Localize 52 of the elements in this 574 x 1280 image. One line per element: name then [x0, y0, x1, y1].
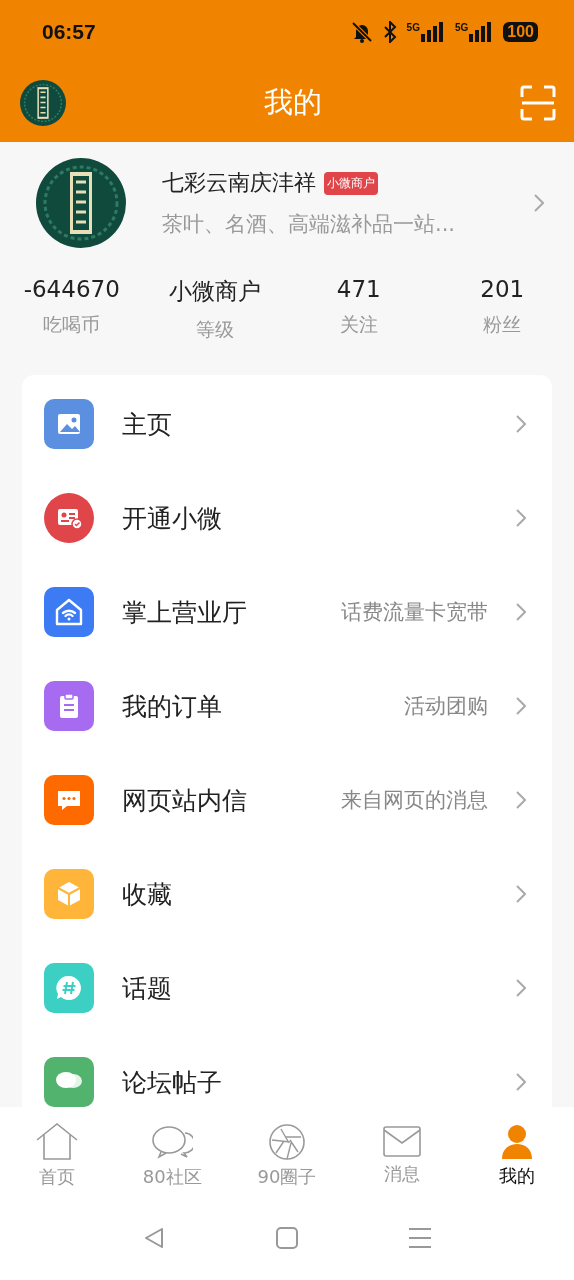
page-title: 我的: [264, 84, 322, 121]
bluetooth-icon: [382, 21, 397, 43]
signal-icon: [469, 22, 494, 42]
chevron-icon: [516, 509, 526, 527]
menu-item[interactable]: 话题: [122, 971, 488, 1005]
chevron-icon: [516, 603, 526, 621]
chat-bubbles-icon: [151, 1123, 194, 1161]
menu-item[interactable]: 收藏: [122, 877, 488, 911]
status-time: 06:57: [42, 20, 96, 44]
menu-icon[interactable]: [408, 1226, 432, 1249]
menu-item[interactable]: 网页站内信: [122, 783, 313, 817]
aperture-icon: [268, 1123, 306, 1161]
network-type: 5G: [454, 22, 469, 33]
bell-off-icon: [350, 21, 373, 43]
person-icon: [500, 1124, 533, 1160]
stat-value: 小微商户: [169, 277, 262, 306]
tab[interactable]: 我的: [459, 1107, 574, 1205]
avatar[interactable]: [20, 80, 66, 126]
menu-item[interactable]: 论坛帖子: [122, 1065, 488, 1099]
menu-detail: 话费流量卡宽带: [341, 599, 488, 626]
profile-name: 七彩云南庆沣祥: [162, 169, 316, 197]
menu-item[interactable]: 掌上营业厅: [122, 595, 313, 629]
stat-label: 吃喝币: [43, 312, 101, 337]
stat-value: -644670: [23, 276, 120, 302]
stat-value: 201: [480, 276, 525, 302]
network-type: 5G: [406, 22, 420, 33]
menu-item[interactable]: 开通小微: [122, 501, 488, 535]
stat-label: 关注: [339, 312, 378, 337]
stat-label: 等级: [196, 317, 235, 342]
home-icon: [36, 1123, 79, 1161]
avatar[interactable]: [36, 158, 126, 248]
stat-label: 粉丝: [483, 312, 522, 337]
chevron-icon: [516, 697, 526, 715]
chevron-icon: [516, 1073, 526, 1091]
back-icon[interactable]: [142, 1225, 166, 1250]
stat-value: 471: [336, 276, 381, 302]
battery-level: 100: [503, 22, 538, 42]
menu-detail: 来自网页的消息: [341, 787, 488, 814]
menu-item[interactable]: 我的订单: [122, 689, 376, 723]
chevron-icon: [516, 885, 526, 903]
chevron-icon: [516, 415, 526, 433]
scan-icon[interactable]: [520, 85, 556, 121]
chevron-icon: [534, 194, 544, 212]
merchant-badge: 小微商户: [324, 171, 378, 195]
menu-detail: 活动团购: [404, 693, 488, 720]
home-button-icon[interactable]: [276, 1226, 298, 1249]
chevron-icon: [516, 791, 526, 809]
chevron-icon: [516, 979, 526, 997]
signal-icon: [420, 22, 445, 42]
envelope-icon: [382, 1126, 421, 1158]
menu-item[interactable]: 主页: [122, 407, 488, 441]
profile-description: 茶叶、名酒、高端滋补品一站...: [162, 211, 457, 238]
